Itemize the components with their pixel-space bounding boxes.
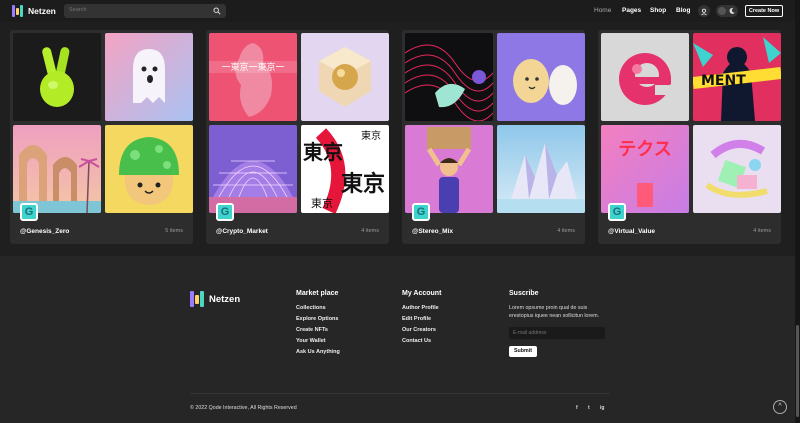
- footer-link[interactable]: Explore Options: [296, 316, 338, 322]
- sun-icon: [718, 7, 726, 15]
- footer-link[interactable]: Ask Us Anything: [296, 349, 340, 355]
- footer-divider: [190, 393, 610, 394]
- create-now-button[interactable]: Create Now: [745, 5, 783, 17]
- footer-link[interactable]: Create NFTs: [296, 327, 328, 333]
- collection-avatar[interactable]: G: [412, 203, 430, 221]
- nav-pages[interactable]: Pages: [622, 7, 641, 14]
- artwork-caption: 東京: [303, 140, 343, 164]
- collection-count: 4 items: [753, 228, 771, 234]
- scrollbar[interactable]: [795, 0, 800, 423]
- artwork-dome[interactable]: [209, 125, 297, 213]
- artwork-caption: 東京: [361, 129, 381, 142]
- collection-card[interactable]: MENT テクス G @Virtual_Value 4 items: [598, 30, 781, 244]
- artwork-box-figure[interactable]: [405, 125, 493, 213]
- account-button[interactable]: [698, 5, 710, 17]
- subscribe-heading: Suscribe: [509, 290, 539, 297]
- artwork-abstract-shapes[interactable]: [693, 125, 781, 213]
- collection-card[interactable]: G @Genesis_Zero 5 items: [10, 30, 193, 244]
- instagram-icon[interactable]: ig: [600, 405, 604, 411]
- artwork-caption: 東京: [311, 196, 333, 210]
- artwork-caption: 一東京一東京一: [221, 61, 284, 73]
- collection-count: 5 items: [165, 228, 183, 234]
- nav-shop[interactable]: Shop: [650, 7, 666, 14]
- artwork-eggs[interactable]: [497, 33, 585, 121]
- artwork-caption: テクス: [618, 139, 671, 160]
- artwork-gold-cube[interactable]: [301, 33, 389, 121]
- theme-toggle[interactable]: [716, 5, 738, 17]
- marketplace-heading: Market place: [296, 290, 339, 297]
- collection-card[interactable]: G @Stereo_Mix 4 items: [402, 30, 585, 244]
- site-header: Netzen Home Pages Shop Blog Create Now: [0, 0, 800, 22]
- logo-mark-icon: [190, 291, 204, 307]
- twitter-icon[interactable]: t: [588, 405, 590, 411]
- logo[interactable]: Netzen: [12, 5, 56, 17]
- nav-blog[interactable]: Blog: [676, 7, 690, 14]
- artwork-ghost[interactable]: [105, 33, 193, 121]
- subscribe-text: Lorem opsume proin qual de suis erestopi…: [509, 305, 600, 319]
- scrollbar-thumb[interactable]: [796, 325, 799, 417]
- artwork-letter-e[interactable]: [601, 33, 689, 121]
- footer-link[interactable]: Author Profile: [402, 305, 439, 311]
- artwork-red-statue[interactable]: 一東京一東京一: [209, 33, 297, 121]
- collection-name[interactable]: @Virtual_Value: [608, 228, 655, 235]
- artwork-graffiti[interactable]: MENT: [693, 33, 781, 121]
- artwork-crystals[interactable]: [497, 125, 585, 213]
- collection-count: 4 items: [557, 228, 575, 234]
- moon-icon: [729, 7, 735, 14]
- submit-button[interactable]: Submit: [509, 346, 537, 357]
- footer-link[interactable]: Your Wallet: [296, 338, 326, 344]
- search-input[interactable]: [69, 7, 209, 13]
- artwork-caption: MENT: [701, 73, 746, 89]
- back-to-top-button[interactable]: ^: [773, 400, 787, 414]
- footer-logo-text: Netzen: [209, 293, 241, 305]
- account-heading: My Account: [402, 290, 442, 297]
- footer-link[interactable]: Contact Us: [402, 338, 431, 344]
- footer-logo[interactable]: Netzen: [190, 291, 240, 307]
- artwork-mushroom[interactable]: [105, 125, 193, 213]
- footer-link[interactable]: Our Creators: [402, 327, 436, 333]
- collection-name[interactable]: @Genesis_Zero: [20, 228, 69, 235]
- collection-avatar[interactable]: G: [608, 203, 626, 221]
- artwork-caption: 東京: [341, 171, 385, 197]
- copyright: © 2022 Qode Interactive, All Rights Rese…: [190, 405, 297, 411]
- collection-avatar[interactable]: G: [216, 203, 234, 221]
- collection-name[interactable]: @Stereo_Mix: [412, 228, 453, 235]
- email-field[interactable]: [509, 327, 605, 339]
- artwork-tokyo-text[interactable]: 東京 東京 東京 東京: [301, 125, 389, 213]
- logo-text: Netzen: [28, 6, 56, 16]
- logo-mark-icon: [12, 5, 23, 17]
- chevron-up-icon: ^: [778, 403, 782, 410]
- collection-count: 4 items: [361, 228, 379, 234]
- collection-name[interactable]: @Crypto_Market: [216, 228, 268, 235]
- collection-avatar[interactable]: G: [20, 203, 38, 221]
- footer-link[interactable]: Edit Profile: [402, 316, 431, 322]
- artwork-red-waves[interactable]: [405, 33, 493, 121]
- user-icon: [701, 8, 707, 16]
- facebook-icon[interactable]: f: [576, 405, 578, 411]
- search-box[interactable]: [64, 4, 226, 18]
- search-icon[interactable]: [213, 7, 221, 15]
- nav-home[interactable]: Home: [594, 7, 611, 14]
- footer-link[interactable]: Collections: [296, 305, 326, 311]
- artwork-katakana[interactable]: テクス: [601, 125, 689, 213]
- artwork-peace-hand[interactable]: [13, 33, 101, 121]
- collection-card[interactable]: 一東京一東京一 東京 東京 東京 東京 G @Crypto_Market 4 i…: [206, 30, 389, 244]
- artwork-arches[interactable]: [13, 125, 101, 213]
- site-footer: [0, 256, 795, 423]
